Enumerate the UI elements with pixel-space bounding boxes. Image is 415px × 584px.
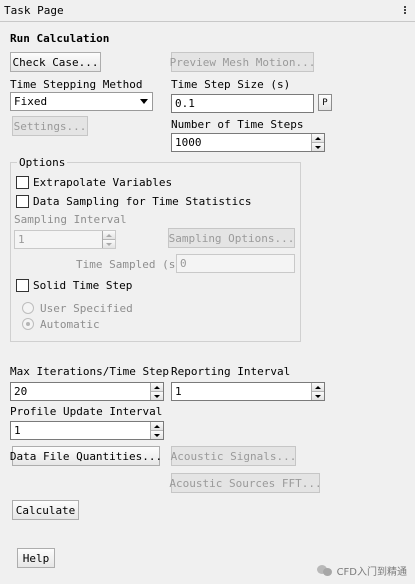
- number-of-time-steps-value: 1000: [175, 136, 202, 149]
- data-file-quantities-button[interactable]: Data File Quantities...: [10, 446, 162, 466]
- sampling-interval-value: 1: [18, 233, 25, 246]
- chevron-down-icon: [136, 93, 152, 110]
- watermark-text: CFD入门到精通: [336, 567, 407, 578]
- solid-time-step-label: Solid Time Step: [33, 279, 133, 292]
- data-sampling-checkbox[interactable]: [16, 195, 29, 208]
- reporting-interval-label: Reporting Interval: [171, 365, 291, 378]
- options-group-title: Options: [17, 156, 68, 169]
- sampling-interval-label: Sampling Interval: [14, 213, 127, 226]
- number-of-time-steps-label: Number of Time Steps: [171, 118, 304, 131]
- data-sampling-label: Data Sampling for Time Statistics: [33, 195, 252, 208]
- calculate-button[interactable]: Calculate: [12, 500, 79, 520]
- run-calculation-heading: Run Calculation: [10, 32, 110, 45]
- time-step-size-input[interactable]: 0.1: [171, 94, 314, 113]
- increment-icon[interactable]: [312, 134, 324, 142]
- max-iterations-label: Max Iterations/Time Step: [10, 365, 169, 378]
- reporting-interval-value: 1: [175, 385, 182, 398]
- options-group: [10, 162, 301, 342]
- user-specified-label: User Specified: [40, 302, 133, 315]
- profile-update-interval-value: 1: [14, 424, 21, 437]
- increment-icon[interactable]: [103, 231, 115, 239]
- check-case-button[interactable]: Check Case...: [10, 52, 101, 72]
- increment-icon[interactable]: [151, 383, 163, 391]
- extrapolate-variables-checkbox[interactable]: [16, 176, 29, 189]
- profile-update-interval-stepper[interactable]: 1: [10, 421, 164, 440]
- parameter-button[interactable]: P: [318, 94, 332, 111]
- increment-icon[interactable]: [312, 383, 324, 391]
- number-of-time-steps-stepper[interactable]: 1000: [171, 133, 325, 152]
- acoustic-signals-button[interactable]: Acoustic Signals...: [171, 446, 296, 466]
- settings-button[interactable]: Settings...: [12, 116, 88, 136]
- help-button[interactable]: Help: [17, 548, 55, 568]
- wechat-icon: [316, 564, 333, 577]
- sampling-options-button[interactable]: Sampling Options...: [168, 228, 295, 248]
- extrapolate-variables-label: Extrapolate Variables: [33, 176, 173, 189]
- reporting-interval-stepper[interactable]: 1: [171, 382, 325, 401]
- title-bar: Task Page: [0, 0, 415, 22]
- increment-icon[interactable]: [151, 422, 163, 430]
- decrement-icon[interactable]: [151, 430, 163, 439]
- window-title: Task Page: [4, 4, 64, 17]
- max-iterations-stepper[interactable]: 20: [10, 382, 164, 401]
- time-stepping-method-select[interactable]: Fixed: [10, 92, 153, 111]
- more-options-icon[interactable]: [399, 5, 411, 17]
- acoustic-sources-fft-button[interactable]: Acoustic Sources FFT...: [169, 473, 322, 493]
- sampling-interval-stepper[interactable]: 1: [14, 230, 116, 249]
- decrement-icon[interactable]: [103, 239, 115, 248]
- watermark: CFD入门到精通: [316, 563, 407, 578]
- preview-mesh-motion-button[interactable]: Preview Mesh Motion...: [170, 52, 315, 72]
- time-sampled-input[interactable]: 0: [176, 254, 295, 273]
- max-iterations-value: 20: [14, 385, 28, 398]
- time-sampled-label: Time Sampled (s): [76, 258, 182, 271]
- automatic-radio[interactable]: [22, 318, 34, 330]
- solid-time-step-checkbox[interactable]: [16, 279, 29, 292]
- decrement-icon[interactable]: [312, 391, 324, 400]
- decrement-icon[interactable]: [151, 391, 163, 400]
- user-specified-radio[interactable]: [22, 302, 34, 314]
- decrement-icon[interactable]: [312, 142, 324, 151]
- automatic-label: Automatic: [40, 318, 100, 331]
- time-step-size-label: Time Step Size (s): [171, 78, 291, 91]
- profile-update-interval-label: Profile Update Interval: [10, 405, 163, 418]
- time-stepping-method-value: Fixed: [14, 95, 48, 108]
- time-stepping-method-label: Time Stepping Method: [10, 78, 143, 91]
